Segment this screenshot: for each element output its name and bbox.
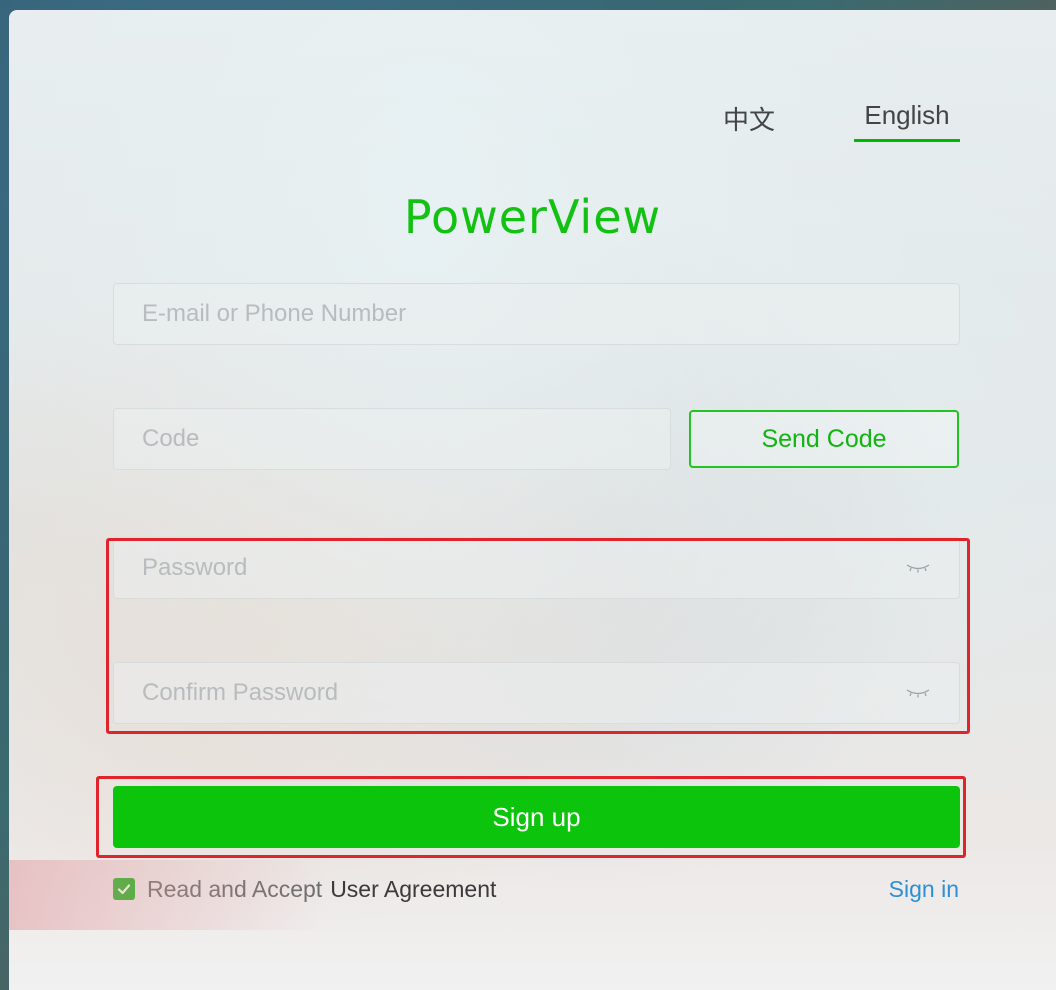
signup-card: 中文 English PowerView Send Code Sign up — [9, 10, 1056, 990]
agreement-row: Read and Accept User Agreement — [113, 874, 496, 904]
powerview-logo: PowerView — [403, 190, 662, 244]
language-chinese-link[interactable]: 中文 — [723, 100, 775, 137]
code-input[interactable] — [114, 409, 670, 469]
email-input[interactable] — [114, 284, 959, 344]
sign-in-link[interactable]: Sign in — [889, 876, 959, 903]
password-input[interactable] — [114, 538, 959, 598]
user-agreement-link[interactable]: User Agreement — [330, 876, 496, 903]
password-field-wrapper — [113, 537, 960, 599]
email-field-wrapper — [113, 283, 960, 345]
signup-button[interactable]: Sign up — [113, 786, 960, 848]
agreement-checkbox[interactable] — [113, 878, 135, 900]
agreement-text: Read and Accept — [147, 875, 323, 902]
code-field-wrapper — [113, 408, 671, 470]
language-english-link[interactable]: English — [854, 100, 960, 142]
confirm-password-field-wrapper — [113, 662, 960, 724]
eye-closed-icon[interactable] — [905, 560, 931, 576]
eye-closed-icon[interactable] — [905, 685, 931, 701]
checkmark-icon — [117, 884, 131, 895]
send-code-button[interactable]: Send Code — [689, 410, 959, 468]
confirm-password-input[interactable] — [114, 663, 959, 723]
